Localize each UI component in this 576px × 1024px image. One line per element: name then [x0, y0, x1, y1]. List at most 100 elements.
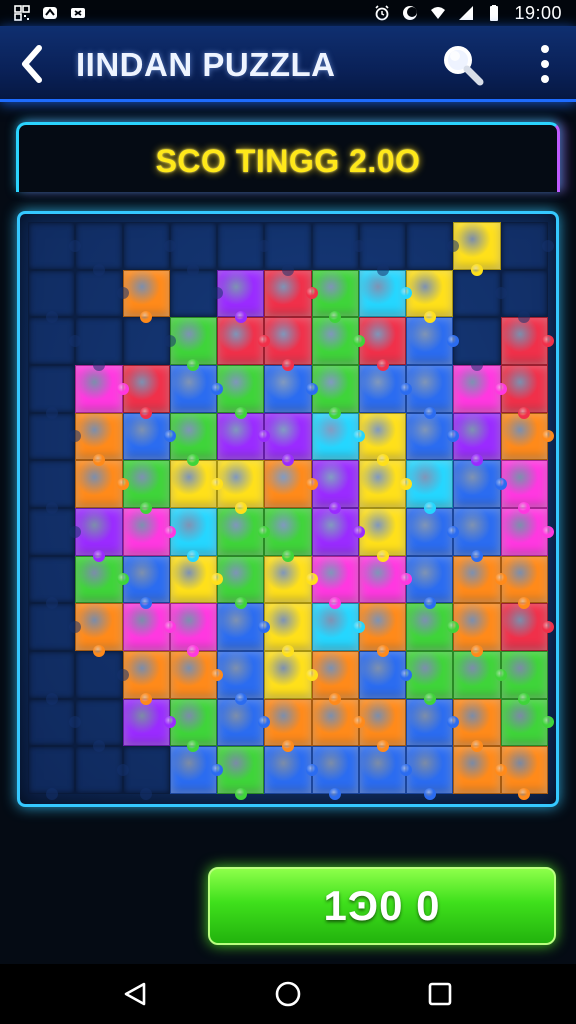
puzzle-piece[interactable]	[122, 651, 170, 705]
puzzle-piece[interactable]	[122, 555, 170, 609]
puzzle-piece[interactable]	[500, 412, 555, 461]
puzzle-piece[interactable]	[217, 603, 271, 651]
more-options-button[interactable]	[530, 44, 560, 84]
puzzle-piece[interactable]	[453, 222, 501, 276]
puzzle-piece[interactable]	[75, 555, 129, 604]
puzzle-piece[interactable]	[217, 317, 271, 365]
puzzle-piece[interactable]	[406, 555, 454, 609]
puzzle-piece[interactable]	[406, 365, 454, 419]
puzzle-piece[interactable]	[311, 317, 366, 365]
puzzle-piece[interactable]	[311, 508, 366, 556]
puzzle-piece[interactable]	[264, 698, 312, 752]
puzzle-piece[interactable]	[311, 746, 359, 800]
puzzle-piece[interactable]	[264, 603, 312, 657]
puzzle-piece[interactable]	[122, 317, 177, 365]
puzzle-piece[interactable]	[169, 317, 218, 371]
puzzle-piece[interactable]	[169, 412, 218, 466]
puzzle-piece[interactable]	[453, 412, 501, 466]
puzzle-piece[interactable]	[217, 651, 265, 705]
puzzle-piece[interactable]	[358, 412, 407, 466]
puzzle-piece[interactable]	[453, 365, 508, 413]
puzzle-piece[interactable]	[75, 460, 129, 508]
puzzle-piece[interactable]	[453, 651, 508, 699]
nav-home-button[interactable]	[268, 974, 308, 1014]
puzzle-piece[interactable]	[311, 555, 359, 609]
puzzle-piece[interactable]	[169, 746, 224, 794]
puzzle-piece[interactable]	[500, 460, 548, 514]
puzzle-piece[interactable]	[28, 460, 76, 514]
puzzle-piece[interactable]	[28, 365, 76, 419]
puzzle-piece[interactable]	[217, 412, 271, 461]
puzzle-piece[interactable]	[453, 508, 501, 562]
puzzle-piece[interactable]	[453, 603, 501, 657]
puzzle-piece[interactable]	[28, 651, 76, 705]
puzzle-piece[interactable]	[264, 269, 318, 318]
puzzle-piece[interactable]	[28, 269, 76, 323]
puzzle-piece[interactable]	[453, 269, 508, 318]
puzzle-piece[interactable]	[500, 698, 555, 747]
puzzle-piece[interactable]	[122, 365, 170, 419]
puzzle-piece[interactable]	[358, 460, 413, 508]
puzzle-piece[interactable]	[500, 603, 555, 651]
puzzle-piece[interactable]	[311, 698, 366, 747]
puzzle-piece[interactable]	[358, 317, 407, 371]
puzzle-piece[interactable]	[217, 508, 271, 556]
puzzle-piece[interactable]	[500, 317, 555, 365]
puzzle-piece[interactable]	[406, 508, 460, 556]
puzzle-piece[interactable]	[28, 746, 76, 800]
puzzle-piece[interactable]	[500, 555, 548, 609]
puzzle-piece[interactable]	[28, 555, 76, 609]
puzzle-piece[interactable]	[358, 555, 413, 604]
puzzle-piece[interactable]	[264, 555, 318, 604]
nav-back-button[interactable]	[116, 974, 156, 1014]
action-button[interactable]: 1Ͽ0 0	[208, 867, 556, 945]
puzzle-piece[interactable]	[169, 365, 224, 413]
puzzle-piece[interactable]	[169, 603, 218, 657]
puzzle-piece[interactable]	[75, 222, 123, 276]
puzzle-piece[interactable]	[122, 603, 177, 651]
puzzle-piece[interactable]	[169, 222, 218, 276]
puzzle-piece[interactable]	[169, 555, 224, 604]
puzzle-piece[interactable]	[217, 269, 265, 323]
search-button[interactable]	[440, 42, 486, 88]
puzzle-piece[interactable]	[217, 365, 265, 419]
puzzle-piece[interactable]	[28, 603, 82, 651]
puzzle-piece[interactable]	[500, 651, 548, 705]
puzzle-piece[interactable]	[358, 651, 413, 699]
puzzle-piece[interactable]	[169, 460, 224, 508]
puzzle-piece[interactable]	[311, 603, 366, 651]
puzzle-piece[interactable]	[169, 698, 218, 752]
puzzle-piece[interactable]	[311, 412, 366, 461]
puzzle-piece[interactable]	[217, 698, 271, 747]
back-button[interactable]	[14, 44, 50, 84]
puzzle-piece[interactable]	[264, 651, 318, 699]
puzzle-piece[interactable]	[264, 508, 312, 562]
puzzle-piece[interactable]	[311, 269, 359, 323]
puzzle-piece[interactable]	[358, 269, 413, 318]
puzzle-piece[interactable]	[358, 222, 407, 276]
puzzle-piece[interactable]	[28, 412, 82, 461]
puzzle-piece[interactable]	[264, 460, 318, 508]
puzzle-piece[interactable]	[169, 269, 224, 318]
puzzle-piece[interactable]	[406, 603, 460, 651]
puzzle-piece[interactable]	[406, 317, 460, 365]
puzzle-piece[interactable]	[75, 603, 123, 657]
puzzle-piece[interactable]	[500, 222, 555, 270]
puzzle-piece[interactable]	[406, 698, 460, 747]
puzzle-piece[interactable]	[406, 412, 460, 461]
puzzle-piece[interactable]	[169, 651, 224, 699]
puzzle-piece[interactable]	[453, 460, 508, 508]
puzzle-piece[interactable]	[217, 746, 265, 800]
puzzle-piece[interactable]	[453, 555, 508, 604]
puzzle-piece[interactable]	[217, 460, 265, 514]
puzzle-piece[interactable]	[75, 365, 129, 413]
puzzle-piece[interactable]	[406, 746, 454, 800]
puzzle-piece[interactable]	[264, 222, 312, 276]
puzzle-piece[interactable]	[264, 412, 312, 466]
puzzle-piece[interactable]	[500, 365, 548, 419]
puzzle-piece[interactable]	[264, 365, 318, 413]
puzzle-piece[interactable]	[406, 651, 454, 705]
puzzle-piece[interactable]	[122, 269, 170, 323]
puzzle-piece[interactable]	[264, 317, 312, 371]
puzzle-piece[interactable]	[75, 651, 129, 699]
